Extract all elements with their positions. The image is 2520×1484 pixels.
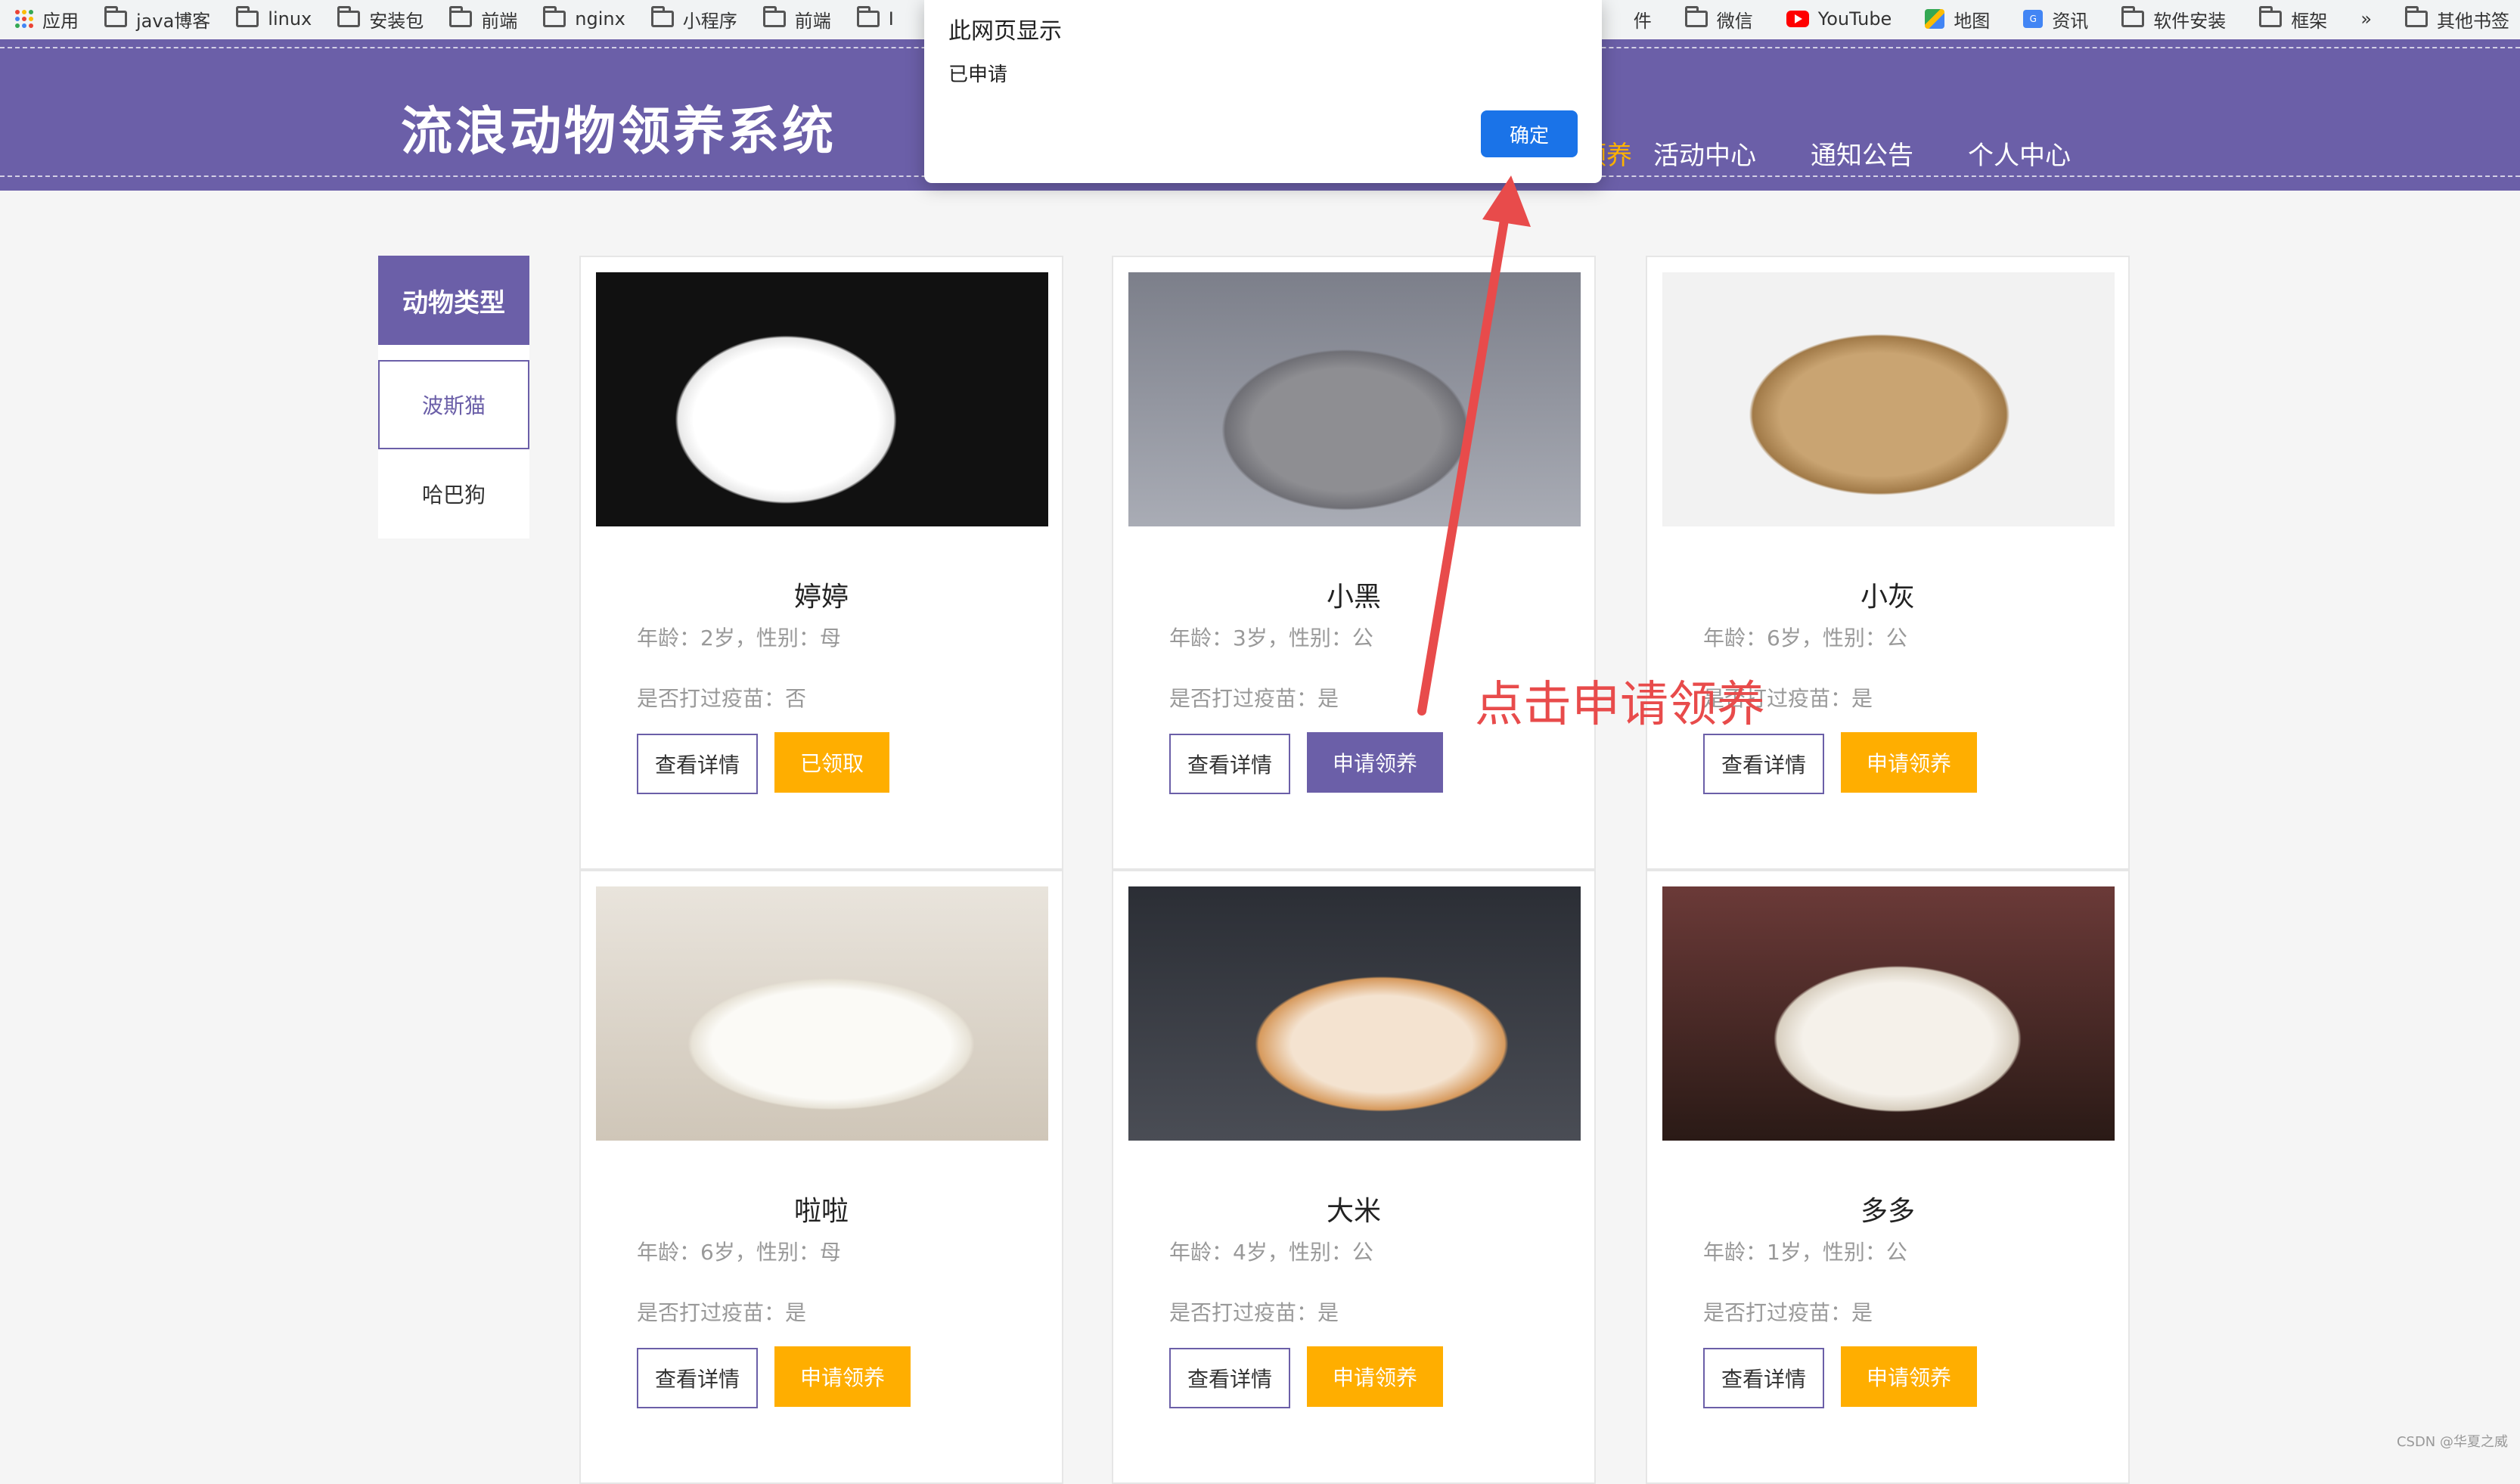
annotation-text: 点击申请领养 xyxy=(1475,677,1765,733)
annotation-arrow xyxy=(1417,175,1531,716)
watermark: CSDN @华夏之威 xyxy=(2396,1434,2508,1450)
